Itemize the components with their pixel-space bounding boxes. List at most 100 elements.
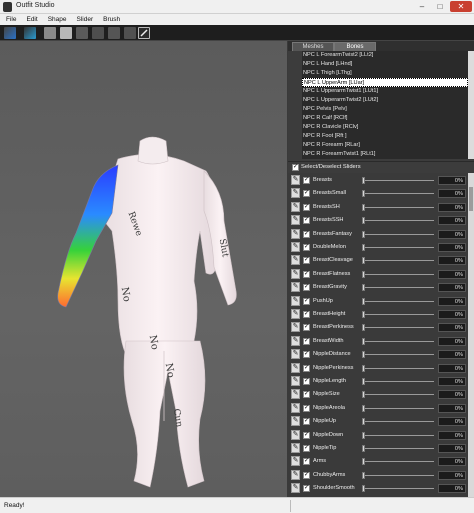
slider-thumb[interactable] (362, 418, 365, 426)
close-button[interactable]: ✕ (450, 1, 472, 12)
slider-value-field[interactable]: 0% (438, 256, 466, 266)
bone-list[interactable]: NPC L ForearmTwist2 [LLt2] NPC L Hand [LH… (302, 51, 468, 159)
slider-value-field[interactable]: 0% (438, 229, 466, 239)
edit-slider-icon[interactable]: ✎ (291, 362, 300, 373)
slider-value-field[interactable]: 0% (438, 390, 466, 400)
edit-slider-icon[interactable]: ✎ (291, 295, 300, 306)
weight-tool-icon[interactable] (124, 27, 136, 39)
slider-thumb[interactable] (362, 445, 365, 452)
slider-thumb[interactable] (362, 471, 365, 479)
slider-checkbox[interactable]: ✓ (303, 337, 310, 345)
bone-list-item[interactable]: NPC R Foot [Rft ] (302, 132, 468, 141)
edit-slider-icon[interactable]: ✎ (291, 416, 300, 427)
slider-thumb[interactable] (362, 270, 365, 278)
slider-track[interactable] (362, 220, 434, 222)
slider-checkbox[interactable]: ✓ (303, 445, 310, 452)
slider-track[interactable] (362, 314, 434, 315)
edit-slider-icon[interactable]: ✎ (291, 255, 300, 266)
slider-thumb[interactable] (362, 230, 365, 238)
edit-slider-icon[interactable]: ✎ (291, 282, 300, 293)
slider-thumb[interactable] (362, 404, 365, 412)
scrollbar-grip[interactable] (469, 187, 473, 211)
slider-track[interactable] (362, 488, 434, 490)
slider-checkbox[interactable]: ✓ (303, 311, 310, 318)
slider-thumb[interactable] (362, 244, 365, 251)
slider-checkbox[interactable]: ✓ (303, 418, 310, 426)
bone-list-item[interactable]: NPC L UpperarmTwist2 [LUt2] (302, 96, 468, 105)
smooth-tool-icon[interactable] (108, 27, 120, 39)
slider-thumb[interactable] (362, 203, 365, 211)
bone-list-scrollbar[interactable] (468, 51, 474, 159)
maximize-button[interactable]: □ (432, 1, 448, 12)
slider-value-field[interactable]: 0% (438, 202, 466, 212)
slider-value-field[interactable]: 0% (438, 269, 466, 279)
edit-slider-icon[interactable]: ✎ (291, 322, 300, 333)
slider-list-scrollbar[interactable] (468, 173, 474, 497)
menu-file[interactable]: File (0, 14, 20, 25)
edit-slider-icon[interactable]: ✎ (291, 188, 300, 199)
slider-value-field[interactable]: 0% (438, 176, 466, 185)
slider-value-field[interactable]: 0% (438, 189, 466, 199)
edit-slider-icon[interactable]: ✎ (291, 389, 300, 400)
slider-thumb[interactable] (362, 257, 365, 265)
bone-list-item[interactable]: NPC R Calf [RClf] (302, 114, 468, 123)
slider-checkbox[interactable]: ✓ (303, 297, 310, 305)
tab-bones[interactable]: Bones (334, 42, 376, 51)
slider-track[interactable] (362, 247, 434, 248)
slider-value-field[interactable]: 0% (438, 470, 466, 480)
edit-slider-icon[interactable]: ✎ (291, 228, 300, 239)
slider-checkbox[interactable]: ✓ (303, 270, 310, 278)
deflate-tool-icon[interactable] (76, 27, 88, 39)
slider-checkbox[interactable]: ✓ (303, 230, 310, 238)
transform-tool-icon[interactable] (24, 27, 36, 39)
edit-slider-icon[interactable]: ✎ (291, 201, 300, 212)
slider-thumb[interactable] (362, 378, 365, 385)
slider-thumb[interactable] (362, 217, 365, 225)
slider-checkbox[interactable]: ✓ (303, 471, 310, 479)
3d-viewport[interactable]: Rewe No No No Cun Slut (0, 41, 288, 497)
slider-track[interactable] (362, 260, 434, 262)
slider-track[interactable] (362, 206, 434, 208)
slider-thumb[interactable] (362, 311, 365, 318)
select-all-checkbox[interactable]: ✓ (292, 164, 299, 171)
slider-checkbox[interactable]: ✓ (303, 324, 310, 332)
edit-slider-icon[interactable]: ✎ (291, 242, 300, 252)
menu-brush[interactable]: Brush (97, 14, 124, 25)
edit-slider-icon[interactable]: ✎ (291, 469, 300, 480)
slider-track[interactable] (362, 381, 434, 382)
slider-thumb[interactable] (362, 351, 365, 359)
slider-thumb[interactable] (362, 324, 365, 332)
move-tool-icon[interactable] (92, 27, 104, 39)
bone-list-item[interactable]: NPC R Forearm [RLar] (302, 141, 468, 150)
slider-thumb[interactable] (362, 284, 365, 292)
slider-checkbox[interactable]: ✓ (303, 190, 310, 198)
slider-value-field[interactable]: 0% (438, 430, 466, 440)
menu-edit[interactable]: Edit (20, 14, 41, 25)
select-all-row[interactable]: ✓ Select/Deselect Sliders (288, 161, 474, 172)
slider-thumb[interactable] (362, 297, 365, 305)
slider-value-field[interactable]: 0% (438, 444, 466, 453)
menu-slider[interactable]: Slider (70, 14, 97, 25)
slider-value-field[interactable]: 0% (438, 484, 466, 494)
slider-value-field[interactable]: 0% (438, 296, 466, 306)
slider-thumb[interactable] (362, 431, 365, 439)
slider-checkbox[interactable]: ✓ (303, 284, 310, 292)
slider-value-field[interactable]: 0% (438, 310, 466, 319)
slider-track[interactable] (362, 461, 434, 463)
bone-list-item[interactable]: NPC L Hand [LHnd] (302, 60, 468, 69)
brush-settings-icon[interactable] (138, 27, 150, 39)
edit-slider-icon[interactable]: ✎ (291, 349, 300, 360)
slider-checkbox[interactable]: ✓ (303, 378, 310, 385)
slider-value-field[interactable]: 0% (438, 417, 466, 427)
edit-slider-icon[interactable]: ✎ (291, 215, 300, 226)
bone-list-item[interactable]: NPC R Clavicle [RClv] (302, 123, 468, 132)
bone-list-item[interactable]: NPC L ForearmTwist2 [LLt2] (302, 51, 468, 60)
slider-value-field[interactable]: 0% (438, 377, 466, 386)
inflate-tool-icon[interactable] (60, 27, 72, 39)
bone-list-item[interactable]: NPC Pelvis [Pelv] (302, 105, 468, 114)
slider-thumb[interactable] (362, 190, 365, 198)
select-tool-icon[interactable] (4, 27, 16, 39)
edit-slider-icon[interactable]: ✎ (291, 309, 300, 319)
slider-track[interactable] (362, 474, 434, 476)
slider-track[interactable] (362, 421, 434, 423)
